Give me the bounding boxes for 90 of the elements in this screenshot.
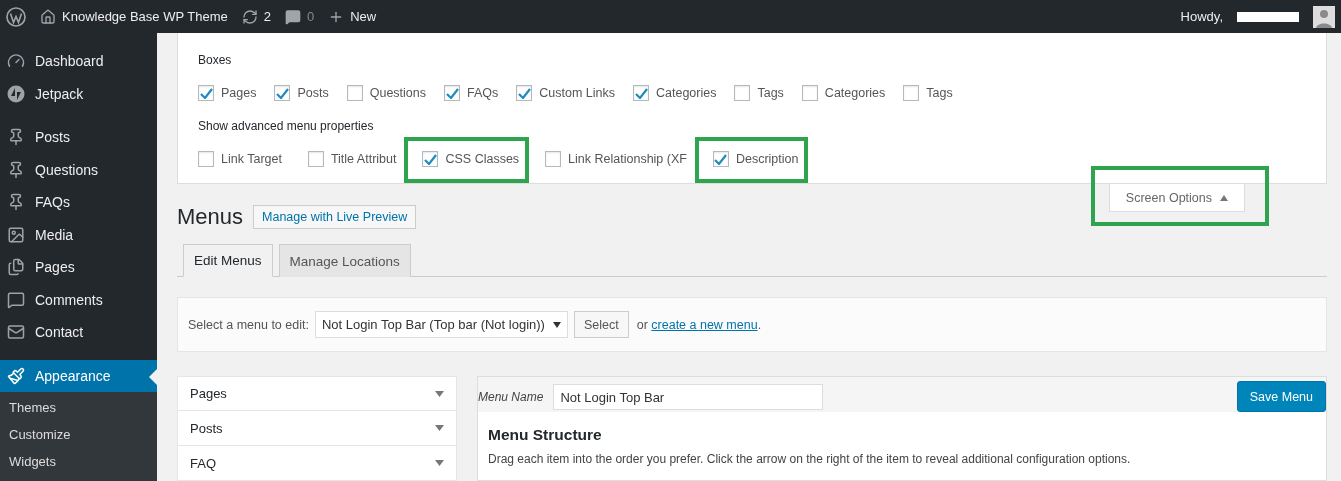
create-menu-text: or create a new menu. [636, 317, 762, 332]
submenu-item[interactable]: Widgets [0, 454, 157, 473]
select-button[interactable]: Select [573, 311, 629, 338]
pin-icon [7, 193, 25, 212]
checkbox-option[interactable]: Custom Links [516, 85, 615, 101]
checkbox-option[interactable]: Link Target [198, 151, 282, 167]
accordion-header[interactable]: Posts [177, 411, 457, 447]
checkbox-option[interactable]: Link Relationship (XF [545, 151, 687, 167]
checkbox-option[interactable]: Tags [903, 85, 953, 101]
sidebar-item[interactable]: Pages [0, 251, 157, 284]
sidebar-item[interactable]: Media [0, 218, 157, 251]
checkbox[interactable] [712, 151, 729, 167]
checkbox-option[interactable]: Posts [274, 85, 329, 101]
sidebar-item[interactable]: Dashboard [0, 45, 157, 78]
refresh-icon [241, 8, 258, 25]
check-icon [445, 87, 459, 99]
checkbox-option[interactable]: Title Attribut [307, 151, 397, 167]
comment-icon [7, 290, 25, 309]
brush-icon [7, 366, 25, 385]
menu-dropdown[interactable]: Not Login Top Bar (Top bar (Not login)) [314, 311, 568, 338]
sidebar-item[interactable]: FAQs [0, 186, 157, 219]
jetpack-icon [7, 84, 25, 103]
checkbox-option[interactable]: Categories [633, 85, 717, 101]
select-label: Select a menu to edit: [188, 317, 309, 332]
checkbox[interactable] [346, 85, 363, 101]
checkbox[interactable] [307, 151, 324, 167]
checkbox[interactable] [198, 151, 214, 167]
sidebar-item[interactable]: Jetpack [0, 77, 157, 110]
caret-icon [552, 321, 561, 328]
checkbox-option[interactable]: Pages [198, 85, 257, 101]
save-menu-button[interactable]: Save Menu [1236, 381, 1326, 412]
screen-options-toggle[interactable]: Screen Options [1108, 184, 1245, 212]
sidebar-item[interactable]: Questions [0, 153, 157, 186]
sidebar-item[interactable]: Contact [0, 316, 157, 349]
mail-icon [7, 323, 25, 342]
section-label: Boxes [198, 52, 233, 69]
accordion-header[interactable]: Pages [177, 376, 457, 412]
checkbox[interactable] [545, 151, 562, 167]
submenu-item[interactable]: Customize [0, 427, 157, 446]
wordpress-logo[interactable] [6, 6, 26, 27]
sidebar-item[interactable]: Posts [0, 121, 157, 154]
checkbox[interactable] [633, 85, 649, 101]
section-label: Show advanced menu properties [198, 118, 375, 135]
checkbox-option[interactable]: CSS Classes [422, 151, 520, 167]
checkbox[interactable] [903, 85, 920, 101]
checkbox[interactable] [734, 85, 751, 101]
checkbox[interactable] [516, 85, 533, 101]
sidebar-item[interactable]: Appearance [0, 359, 157, 392]
checkbox-option[interactable]: Questions [346, 85, 426, 101]
check-icon [634, 87, 648, 99]
comment-icon [284, 8, 301, 25]
checkbox[interactable] [422, 151, 439, 167]
greeting[interactable]: Howdy, [1180, 9, 1223, 24]
media-icon [7, 225, 25, 244]
check-icon [275, 87, 289, 99]
pin-icon [7, 160, 25, 179]
check-icon [714, 153, 728, 165]
site-link[interactable]: Knowledge Base WP Theme [40, 8, 228, 25]
checkbox-option[interactable]: Tags [734, 85, 784, 101]
current-page-pointer [149, 368, 157, 385]
comments-link[interactable]: 0 [284, 8, 315, 25]
checkbox[interactable] [198, 85, 214, 101]
check-icon [517, 87, 531, 99]
redaction-bar [1237, 11, 1299, 22]
tab[interactable]: Manage Locations [278, 244, 411, 277]
instructions-text: Drag each item into the order you prefer. Click the arrow on the right of the item to reveal additional configuration options. [488, 452, 1132, 466]
create-menu-link[interactable]: create a new menu [651, 317, 758, 332]
pin-icon [7, 128, 25, 147]
new-link[interactable]: New [328, 8, 377, 25]
section-heading: Menu Structure [488, 426, 603, 444]
checkbox-option[interactable]: FAQs [444, 85, 499, 101]
checkbox-option[interactable]: Description [712, 151, 799, 167]
sidebar-item[interactable]: Comments [0, 283, 157, 316]
home-icon [40, 8, 56, 25]
menu-name-field[interactable]: Not Login Top Bar [553, 384, 824, 410]
pages-icon [7, 258, 25, 277]
updates-link[interactable]: 2 [241, 8, 271, 25]
accordion-header[interactable]: FAQ [177, 446, 457, 481]
live-preview-button[interactable]: Manage with Live Preview [253, 205, 417, 229]
checkbox-option[interactable]: Categories [801, 85, 886, 101]
tab[interactable]: Edit Menus [183, 244, 273, 277]
avatar[interactable] [1313, 5, 1335, 28]
checkbox[interactable] [801, 85, 818, 101]
menu-name-label: Menu Name [478, 390, 544, 404]
check-icon [423, 153, 437, 165]
check-icon [199, 87, 213, 99]
submenu-item[interactable]: Themes [0, 400, 157, 419]
page-title: Menus [177, 204, 244, 230]
checkbox[interactable] [274, 85, 291, 101]
checkbox[interactable] [444, 85, 460, 101]
